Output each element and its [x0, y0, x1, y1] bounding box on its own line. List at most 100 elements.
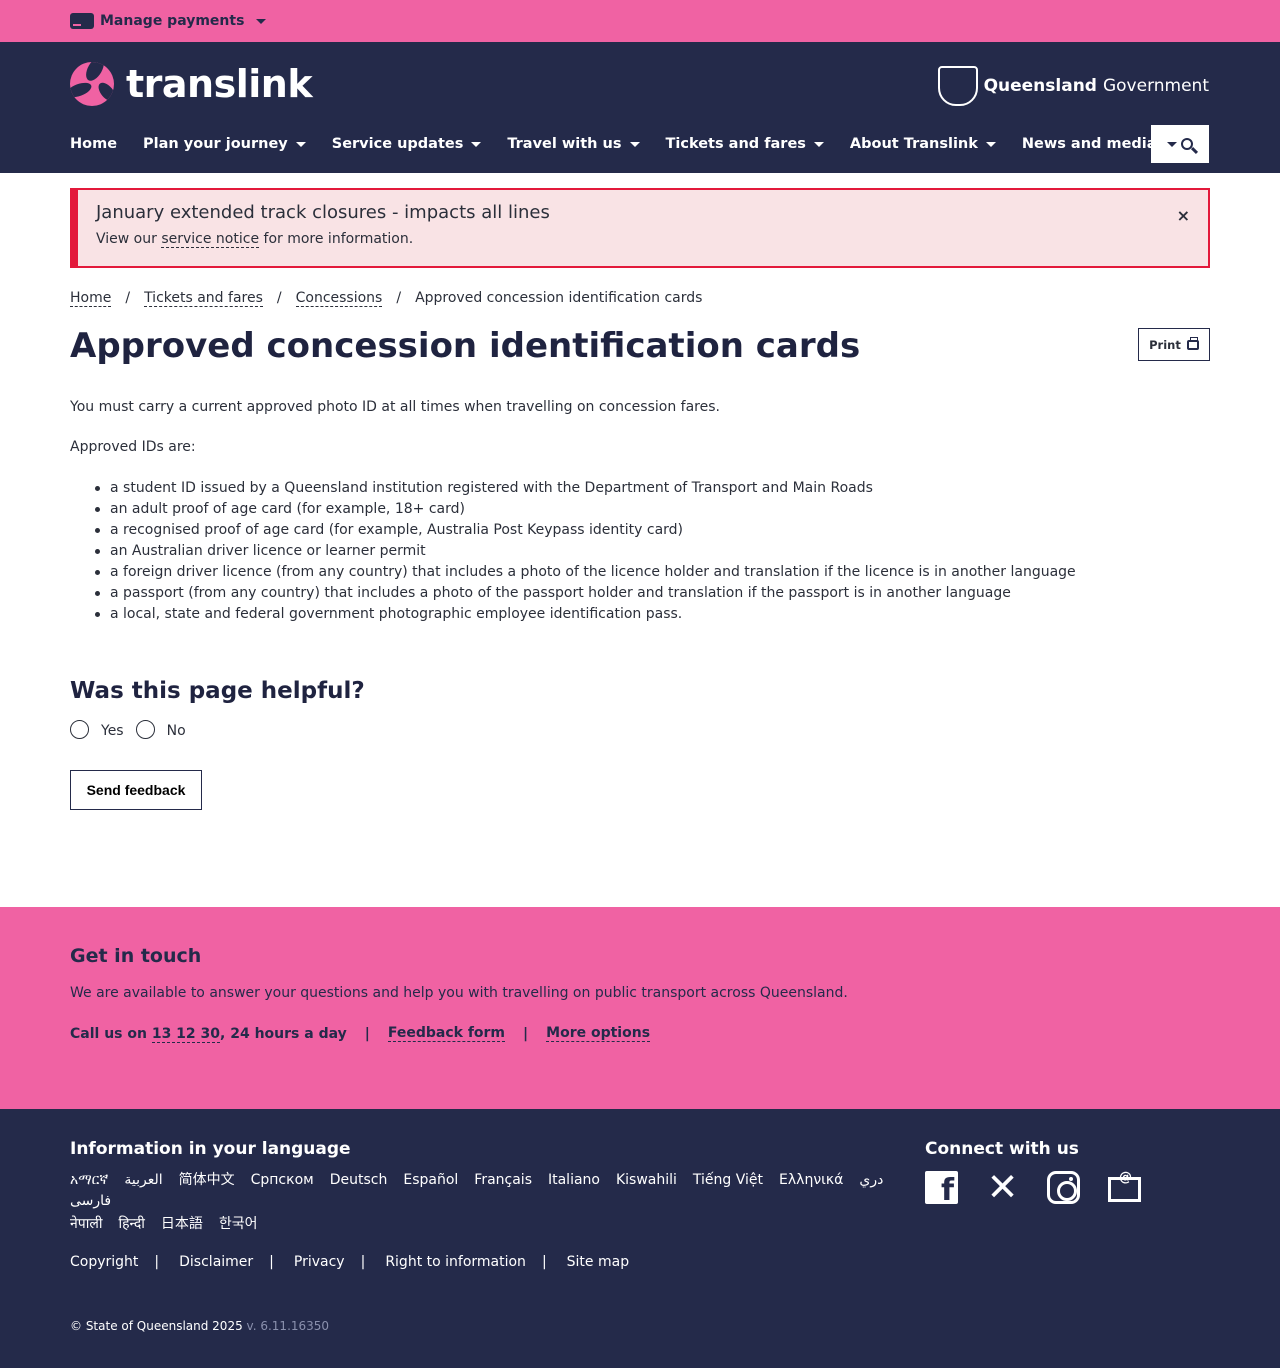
qld-government-logo[interactable]: Queensland Government	[937, 66, 1209, 106]
card-icon	[70, 13, 94, 29]
manage-payments-label: Manage payments	[100, 13, 245, 29]
language-link[interactable]: नेपाली	[70, 1215, 102, 1234]
list-item: a local, state and federal government ph…	[95, 604, 1210, 625]
print-label: Print	[1149, 337, 1181, 352]
language-link[interactable]: Ελληνικά	[779, 1171, 843, 1190]
list-item: an Australian driver licence or learner …	[95, 541, 1210, 562]
alert-title: January extended track closures - impact…	[96, 202, 550, 223]
copyright-link[interactable]: Copyright	[70, 1254, 138, 1270]
language-link[interactable]: Italiano	[548, 1171, 600, 1190]
search-icon	[1181, 138, 1193, 150]
nav-label: About Translink	[849, 136, 978, 152]
nav-about-translink[interactable]: About Translink	[850, 136, 996, 152]
language-link[interactable]: አማርኛ	[70, 1171, 108, 1190]
x-icon[interactable]: ✕	[986, 1168, 1019, 1206]
approved-heading: Approved IDs are:	[70, 439, 196, 455]
no-radio[interactable]	[135, 719, 155, 739]
language-link[interactable]: 日本語	[161, 1215, 203, 1234]
connect-heading: Connect with us	[925, 1139, 1079, 1159]
printer-icon	[1186, 336, 1199, 350]
qgov-rest: Government	[1102, 76, 1209, 96]
language-link[interactable]: 简体中文	[179, 1171, 235, 1190]
chevron-down-icon	[295, 141, 306, 147]
translink-logo-icon	[70, 62, 114, 106]
language-link[interactable]: Français	[474, 1171, 532, 1190]
right-to-information-link[interactable]: Right to information	[385, 1254, 526, 1270]
contact-separator: |	[364, 1025, 370, 1042]
no-label: No	[166, 723, 186, 739]
intro-text: You must carry a current approved photo …	[70, 399, 720, 415]
send-feedback-button[interactable]: Send feedback	[70, 770, 202, 810]
breadcrumb-home[interactable]: Home	[70, 290, 112, 307]
language-link[interactable]: Српском	[251, 1171, 314, 1190]
approved-id-list: a student ID issued by a Queensland inst…	[70, 478, 1210, 625]
language-link[interactable]: Kiswahili	[616, 1171, 677, 1190]
site-footer: Information in your language አማርኛ العربي…	[0, 1109, 1280, 1368]
disclaimer-link[interactable]: Disclaimer	[179, 1254, 253, 1270]
nav-tickets-and-fares[interactable]: Tickets and fares	[666, 136, 824, 152]
list-item: an adult proof of age card (for example,…	[95, 499, 1210, 520]
page-title: Approved concession identification cards	[70, 326, 861, 366]
language-link[interactable]: العربية	[124, 1171, 162, 1190]
utility-bar: Manage payments	[0, 0, 1280, 42]
nav-home[interactable]: Home	[70, 136, 117, 152]
site-map-link[interactable]: Site map	[567, 1254, 629, 1270]
manage-payments-menu[interactable]: Manage payments	[70, 13, 267, 29]
nav-label: Tickets and fares	[665, 136, 806, 152]
list-item: a passport (from any country) that inclu…	[95, 583, 1210, 604]
breadcrumb-separator: /	[396, 290, 402, 306]
alert-text-after: for more information.	[259, 231, 414, 247]
feedback-form-link[interactable]: Feedback form	[387, 1025, 506, 1042]
yes-radio[interactable]	[70, 719, 89, 739]
language-link[interactable]: 한국어	[219, 1215, 258, 1234]
nav-label: Plan your journey	[143, 136, 288, 152]
language-link[interactable]: हिन्दी	[118, 1215, 144, 1234]
nav-label: News and media	[1021, 136, 1157, 152]
nav-service-updates[interactable]: Service updates	[332, 136, 482, 152]
search-button[interactable]	[1151, 125, 1209, 163]
nav-plan-your-journey[interactable]: Plan your journey	[143, 136, 306, 152]
version-label: v. 6.11.16350	[246, 1319, 330, 1333]
feedback-heading: Was this page helpful?	[70, 678, 365, 704]
breadcrumb-tickets-and-fares[interactable]: Tickets and fares	[144, 290, 263, 307]
service-notice-link[interactable]: service notice	[161, 231, 260, 248]
copyright-label: © State of Queensland 2025	[70, 1319, 243, 1333]
more-options-link[interactable]: More options	[546, 1025, 651, 1042]
language-link[interactable]: Español	[403, 1171, 458, 1190]
get-in-touch-text: We are available to answer your question…	[70, 985, 848, 1001]
get-in-touch-heading: Get in touch	[70, 945, 202, 967]
legal-separator: |	[154, 1254, 160, 1270]
instagram-icon[interactable]	[1047, 1171, 1080, 1204]
breadcrumb-current: Approved concession identification cards	[415, 290, 703, 306]
print-button[interactable]: Print	[1138, 328, 1210, 361]
phone-link[interactable]: 13 12 30	[151, 1025, 221, 1043]
main-content: You must carry a current approved photo …	[70, 397, 1210, 625]
nav-travel-with-us[interactable]: Travel with us	[507, 136, 640, 152]
privacy-link[interactable]: Privacy	[294, 1254, 345, 1270]
language-link[interactable]: Tiếng Việt	[693, 1171, 763, 1190]
email-icon[interactable]	[1108, 1170, 1141, 1202]
breadcrumb-separator: /	[276, 290, 282, 306]
chevron-down-icon	[813, 141, 824, 147]
call-us-text: Call us on 13 12 30, 24 hours a day	[70, 1025, 347, 1043]
copyright-text: © State of Queensland 2025 v. 6.11.16350	[70, 1319, 329, 1333]
crest-icon	[937, 66, 978, 106]
language-link[interactable]: Deutsch	[330, 1171, 388, 1190]
main-nav: Home Plan your journey Service updates T…	[70, 136, 1201, 152]
facebook-icon[interactable]	[925, 1171, 958, 1208]
close-icon[interactable]: ×	[1177, 206, 1190, 225]
get-in-touch-section: Get in touch We are available to answer …	[0, 907, 1280, 1109]
contact-row: Call us on 13 12 30, 24 hours a day | Fe…	[70, 1025, 1210, 1043]
list-item: a recognised proof of age card (for exam…	[95, 520, 1210, 541]
alert-text: View our service notice for more informa…	[96, 231, 1190, 248]
list-item: a foreign driver licence (from any count…	[95, 562, 1210, 583]
translink-logo[interactable]: translink	[70, 62, 313, 106]
breadcrumb-concessions[interactable]: Concessions	[295, 290, 383, 307]
site-header: translink Queensland Government Home Pla…	[0, 42, 1280, 173]
breadcrumb-separator: /	[125, 290, 131, 306]
alert-text-before: View our	[96, 231, 162, 247]
language-link[interactable]: فارسی	[70, 1192, 111, 1211]
service-alert: January extended track closures - impact…	[70, 188, 1210, 268]
language-link[interactable]: دري	[859, 1171, 883, 1190]
chevron-down-icon	[629, 141, 640, 147]
